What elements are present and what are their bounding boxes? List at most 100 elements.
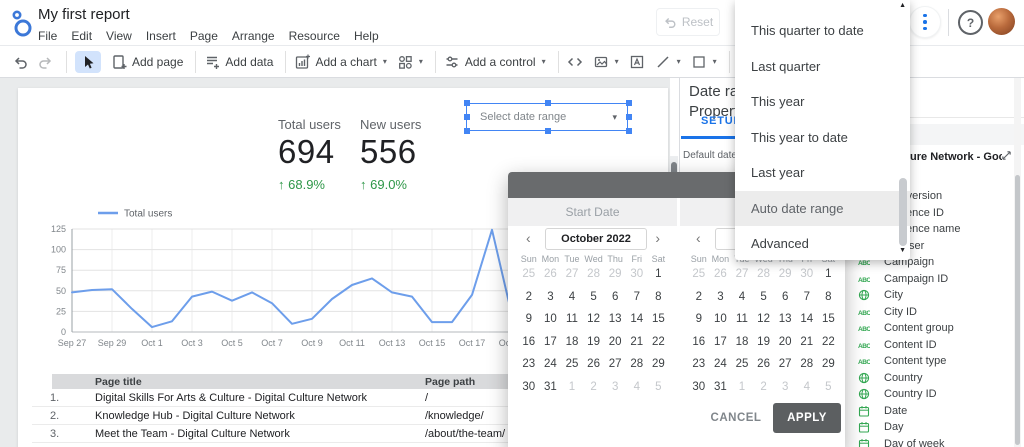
more-options-button[interactable]	[909, 6, 941, 38]
calendar-day[interactable]: 4	[731, 286, 753, 309]
selection-handle[interactable]	[464, 100, 470, 106]
calendar-day[interactable]: 27	[561, 263, 583, 286]
calendar-day[interactable]: 19	[583, 331, 605, 354]
calendar-day[interactable]: 14	[796, 308, 818, 331]
prev-month-icon[interactable]: ‹	[526, 230, 531, 246]
scroll-down-arrow-icon[interactable]: ▼	[899, 247, 906, 254]
menu-edit[interactable]: Edit	[71, 29, 92, 43]
calendar-day[interactable]: 4	[561, 286, 583, 309]
calendar-day[interactable]: 31	[540, 376, 562, 399]
scorecard-new-users[interactable]: New users 556 ↑ 69.0%	[360, 117, 440, 192]
selection-handle[interactable]	[545, 128, 551, 134]
calendar-day[interactable]: 26	[540, 263, 562, 286]
calendar-day[interactable]: 10	[710, 308, 732, 331]
undo-button[interactable]	[12, 54, 28, 70]
calendar-day[interactable]: 28	[753, 263, 775, 286]
calendar-day[interactable]: 24	[710, 353, 732, 376]
calendar-day[interactable]: 11	[561, 308, 583, 331]
calendar-day[interactable]: 29	[648, 353, 670, 376]
calendar-day[interactable]: 27	[774, 353, 796, 376]
scorecard-total-users[interactable]: Total users 694 ↑ 68.9%	[278, 117, 358, 192]
calendar-day[interactable]: 26	[710, 263, 732, 286]
calendar-day[interactable]: 24	[540, 353, 562, 376]
calendar-day[interactable]: 15	[648, 308, 670, 331]
dropdown-item-this-quarter-to-date[interactable]: This quarter to date	[735, 13, 910, 49]
selection-handle[interactable]	[464, 128, 470, 134]
calendar-day[interactable]: 12	[753, 308, 775, 331]
calendar-day[interactable]: 2	[688, 286, 710, 309]
line-button[interactable]: ▾	[655, 54, 681, 70]
calendar-day[interactable]: 21	[796, 331, 818, 354]
redo-button[interactable]	[38, 54, 54, 70]
calendar-day[interactable]: 5	[753, 286, 775, 309]
dropdown-item-this-year[interactable]: This year	[735, 84, 910, 120]
calendar-day[interactable]: 25	[518, 263, 540, 286]
calendar-day[interactable]: 1	[818, 263, 840, 286]
collapse-panel-icon[interactable]	[1001, 150, 1012, 161]
text-box-button[interactable]	[629, 54, 645, 70]
calendar-day[interactable]: 13	[604, 308, 626, 331]
menu-arrange[interactable]: Arrange	[232, 29, 275, 43]
month-selector[interactable]: October 2022	[545, 228, 647, 250]
menu-resource[interactable]: Resource	[289, 29, 340, 43]
dropdown-item-last-quarter[interactable]: Last quarter	[735, 49, 910, 85]
calendar-day[interactable]: 29	[774, 263, 796, 286]
calendar-day[interactable]: 14	[626, 308, 648, 331]
menu-view[interactable]: View	[106, 29, 132, 43]
calendar-day[interactable]: 26	[753, 353, 775, 376]
calendar-day[interactable]: 4	[626, 376, 648, 399]
calendar-day[interactable]: 11	[731, 308, 753, 331]
calendar-day[interactable]: 2	[583, 376, 605, 399]
field-item[interactable]: City	[845, 288, 1014, 303]
calendar-day[interactable]: 18	[561, 331, 583, 354]
next-month-icon[interactable]: ›	[655, 230, 660, 246]
calendar-day[interactable]: 5	[818, 376, 840, 399]
calendar-day[interactable]: 6	[774, 286, 796, 309]
selection-handle[interactable]	[464, 114, 470, 120]
calendar-day[interactable]: 7	[796, 286, 818, 309]
calendar-day[interactable]: 3	[604, 376, 626, 399]
calendar-day[interactable]: 28	[796, 353, 818, 376]
calendar-day[interactable]: 29	[818, 353, 840, 376]
calendar-day[interactable]: 13	[774, 308, 796, 331]
calendar-day[interactable]: 5	[648, 376, 670, 399]
calendar-day[interactable]: 3	[710, 286, 732, 309]
field-item[interactable]: ABC City ID	[845, 305, 1014, 320]
calendar-day[interactable]: 8	[818, 286, 840, 309]
calendar-day[interactable]: 30	[518, 376, 540, 399]
field-item[interactable]: Country	[845, 371, 1014, 386]
col-header-page-title[interactable]: Page title	[95, 376, 142, 388]
selection-handle[interactable]	[545, 100, 551, 106]
calendar-day[interactable]: 16	[688, 331, 710, 354]
calendar-day[interactable]: 23	[688, 353, 710, 376]
calendar-day[interactable]: 17	[710, 331, 732, 354]
calendar-day[interactable]: 9	[518, 308, 540, 331]
calendar-day[interactable]: 25	[731, 353, 753, 376]
add-data-button[interactable]: Add data	[204, 54, 273, 70]
calendar-day[interactable]: 31	[710, 376, 732, 399]
add-control-button[interactable]: Add a control ▾	[444, 54, 546, 70]
field-item[interactable]: ABC Content type	[845, 354, 1014, 369]
calendar-day[interactable]: 8	[648, 286, 670, 309]
data-panel-scrollbar-thumb[interactable]	[1015, 175, 1020, 445]
calendar-day[interactable]: 16	[518, 331, 540, 354]
calendar-day[interactable]: 2	[518, 286, 540, 309]
data-panel-scrollbar[interactable]	[1014, 78, 1021, 447]
calendar-day[interactable]: 21	[626, 331, 648, 354]
dropdown-item-advanced[interactable]: Advanced	[735, 226, 910, 260]
calendar-day[interactable]: 15	[818, 308, 840, 331]
menu-page[interactable]: Page	[190, 29, 218, 43]
dropdown-item-auto-date-range[interactable]: Auto date range	[735, 190, 910, 226]
embed-button[interactable]	[567, 54, 583, 70]
calendar-day[interactable]: 30	[688, 376, 710, 399]
dropdown-scrollbar-thumb[interactable]	[899, 178, 907, 246]
calendar-day[interactable]: 19	[753, 331, 775, 354]
field-item[interactable]: ABC Content ID	[845, 338, 1014, 353]
calendar-day[interactable]: 17	[540, 331, 562, 354]
calendar-day[interactable]: 6	[604, 286, 626, 309]
select-cursor-button[interactable]	[75, 50, 101, 73]
calendar-day[interactable]: 7	[626, 286, 648, 309]
dropdown-item-this-year-to-date[interactable]: This year to date	[735, 120, 910, 156]
calendar-day[interactable]: 2	[753, 376, 775, 399]
calendar-day[interactable]: 18	[731, 331, 753, 354]
